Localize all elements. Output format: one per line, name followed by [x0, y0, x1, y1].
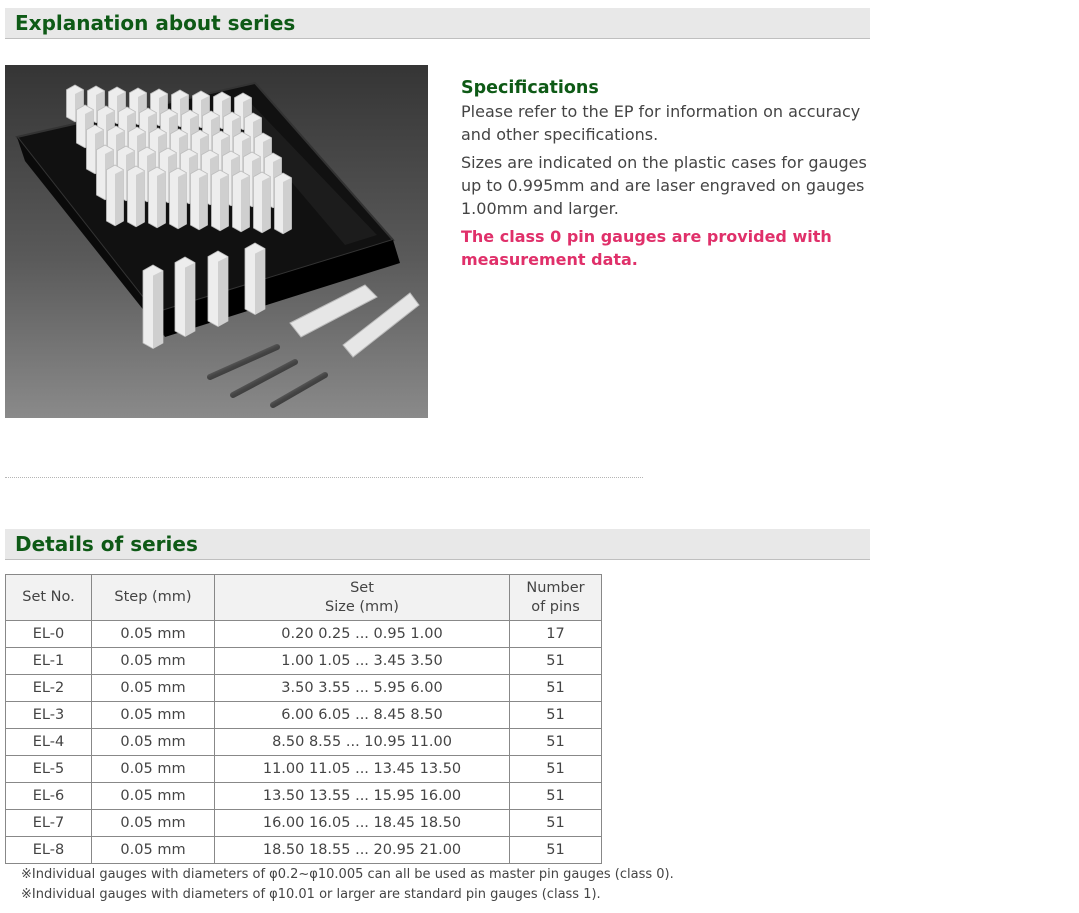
gauge-case: [127, 165, 145, 228]
cell-set-no: EL-8: [5, 836, 92, 864]
measurement-data-note: The class 0 pin gauges are provided with…: [461, 227, 832, 269]
gauge-case: [148, 166, 166, 229]
specifications-text-1: Please refer to the EP for information o…: [461, 102, 861, 144]
cell-step: 0.05 mm: [91, 728, 215, 756]
cell-number-of-pins: 51: [509, 836, 602, 864]
gauge-case: [211, 169, 229, 232]
gauge-case: [169, 167, 187, 230]
cell-step: 0.05 mm: [91, 620, 215, 648]
cell-set-size: 8.50 8.55 ... 10.95 11.00: [214, 728, 510, 756]
cell-number-of-pins: 51: [509, 782, 602, 810]
gauge-case: [106, 164, 124, 227]
specifications-text-2: Sizes are indicated on the plastic cases…: [461, 153, 867, 218]
gauge-case: [244, 242, 266, 316]
details-section-header: Details of series: [5, 529, 870, 560]
cell-step: 0.05 mm: [91, 836, 215, 864]
cell-step: 0.05 mm: [91, 782, 215, 810]
footnotes: ※Individual gauges with diameters of φ0.…: [21, 865, 674, 905]
series-table-body: EL-0 0.05 mm 0.20 0.25 ... 0.95 1.00 17 EL-1…: [5, 620, 602, 864]
cell-set-no: EL-1: [5, 647, 92, 675]
header-set-size: Set Size (mm): [214, 574, 510, 621]
gauge-case: [232, 170, 250, 233]
footnote-class-0: ※Individual gauges with diameters of φ0.…: [21, 867, 674, 882]
gauge-case: [174, 256, 196, 338]
table-row: EL-4 0.05 mm 8.50 8.55 ... 10.95 11.00 51: [5, 728, 602, 756]
gauge-case: [190, 168, 208, 231]
cell-number-of-pins: 51: [509, 728, 602, 756]
table-row: EL-0 0.05 mm 0.20 0.25 ... 0.95 1.00 17: [5, 620, 602, 648]
footnote-class-1: ※Individual gauges with diameters of φ10…: [21, 887, 601, 902]
cell-set-no: EL-3: [5, 701, 92, 729]
cell-set-size: 16.00 16.05 ... 18.45 18.50: [214, 809, 510, 837]
header-number-of-pins: Number of pins: [509, 574, 602, 621]
table-row: EL-6 0.05 mm 13.50 13.55 ... 15.95 16.00 51: [5, 782, 602, 810]
cell-set-no: EL-5: [5, 755, 92, 783]
details-title: Details of series: [15, 532, 198, 556]
cell-step: 0.05 mm: [91, 701, 215, 729]
header-set-no: Set No.: [5, 574, 92, 621]
cell-set-size: 0.20 0.25 ... 0.95 1.00: [214, 620, 510, 648]
pin-gauge-set-photo: [5, 65, 428, 418]
cell-set-no: EL-0: [5, 620, 92, 648]
cell-set-no: EL-2: [5, 674, 92, 702]
cell-step: 0.05 mm: [91, 755, 215, 783]
cell-set-no: EL-7: [5, 809, 92, 837]
cell-set-no: EL-4: [5, 728, 92, 756]
cell-number-of-pins: 17: [509, 620, 602, 648]
cell-step: 0.05 mm: [91, 674, 215, 702]
cell-step: 0.05 mm: [91, 809, 215, 837]
explanation-section-header: Explanation about series: [5, 8, 870, 39]
cell-set-size: 6.00 6.05 ... 8.45 8.50: [214, 701, 510, 729]
table-row: EL-7 0.05 mm 16.00 16.05 ... 18.45 18.50 51: [5, 809, 602, 837]
cell-number-of-pins: 51: [509, 701, 602, 729]
cell-step: 0.05 mm: [91, 647, 215, 675]
table-header-row: Set No. Step (mm) Set Size (mm) Number of …: [5, 574, 602, 621]
dotted-divider: [5, 477, 643, 478]
table-row: EL-2 0.05 mm 3.50 3.55 ... 5.95 6.00 51: [5, 674, 602, 702]
cell-set-no: EL-6: [5, 782, 92, 810]
cell-number-of-pins: 51: [509, 755, 602, 783]
cell-set-size: 13.50 13.55 ... 15.95 16.00: [214, 782, 510, 810]
specifications-heading: Specifications: [461, 78, 599, 98]
gauge-case: [274, 172, 292, 235]
table-row: EL-8 0.05 mm 18.50 18.55 ... 20.95 21.00 51: [5, 836, 602, 864]
cell-number-of-pins: 51: [509, 674, 602, 702]
cell-set-size: 11.00 11.05 ... 13.45 13.50: [214, 755, 510, 783]
specifications-block: Specifications Please refer to the EP fo…: [461, 76, 881, 271]
cell-set-size: 3.50 3.55 ... 5.95 6.00: [214, 674, 510, 702]
cell-number-of-pins: 51: [509, 809, 602, 837]
table-row: EL-5 0.05 mm 11.00 11.05 ... 13.45 13.50 51: [5, 755, 602, 783]
cell-set-size: 18.50 18.55 ... 20.95 21.00: [214, 836, 510, 864]
table-row: EL-3 0.05 mm 6.00 6.05 ... 8.45 8.50 51: [5, 701, 602, 729]
header-step: Step (mm): [91, 574, 215, 621]
cell-set-size: 1.00 1.05 ... 3.45 3.50: [214, 647, 510, 675]
gauge-case: [142, 264, 164, 350]
gauge-case: [253, 171, 271, 234]
cell-number-of-pins: 51: [509, 647, 602, 675]
table-row: EL-1 0.05 mm 1.00 1.05 ... 3.45 3.50 51: [5, 647, 602, 675]
header-pins-line1: Number: [526, 579, 585, 596]
header-pins-line2: of pins: [531, 598, 580, 615]
gauge-case: [207, 250, 229, 328]
series-table: Set No. Step (mm) Set Size (mm) Number of …: [5, 574, 602, 864]
header-set-size-line2: Size (mm): [325, 598, 399, 615]
explanation-title: Explanation about series: [15, 11, 296, 35]
header-set-size-line1: Set: [350, 579, 374, 596]
